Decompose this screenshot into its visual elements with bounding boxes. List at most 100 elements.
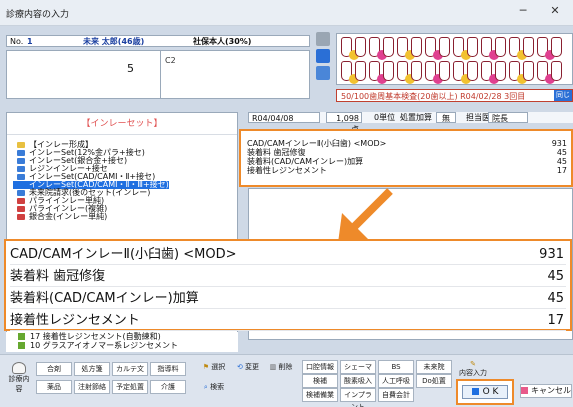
dental-chart[interactable]	[336, 33, 573, 85]
tooth-icon[interactable]	[467, 37, 478, 57]
folder-icon	[17, 158, 25, 164]
tooth-icon[interactable]	[383, 37, 394, 57]
tooth-icon[interactable]	[551, 61, 562, 81]
toolbar-button[interactable]: インプラント	[340, 388, 376, 407]
image-icon[interactable]	[316, 66, 330, 80]
toolbar-button[interactable]: BS	[378, 360, 414, 374]
item-icon	[18, 342, 25, 349]
toolbar-button[interactable]: 合剤	[36, 362, 72, 376]
ok-label: O K	[482, 387, 499, 397]
tooth-note: C2	[165, 56, 176, 65]
exam-status-bar: 50/100歯周基本検査(20歯以上) R04/02/28 3回目 同じ	[336, 89, 573, 102]
treatment-row[interactable]: 装着料 歯冠修復 45	[10, 266, 566, 287]
toolbar-button[interactable]: 酸素吸入	[340, 374, 376, 388]
upper-teeth-row[interactable]	[341, 37, 566, 60]
treatment-row[interactable]: 接着性レジンセメント 17	[10, 310, 566, 331]
toolbar-button[interactable]: 検補備業	[302, 388, 338, 402]
tooth-input-box[interactable]: 5 C2	[6, 50, 310, 99]
doctor-value[interactable]: 院長	[488, 112, 528, 123]
toolbar-button[interactable]: 未来院	[416, 360, 452, 374]
tooth-icon[interactable]	[411, 37, 422, 57]
cancel-button[interactable]: キャンセル	[520, 384, 572, 398]
treatment-points: 17	[547, 313, 564, 328]
select-button[interactable]: ⚑ 選択	[200, 362, 228, 372]
content-input-label: 内容入力	[459, 369, 487, 377]
toolbar-button[interactable]: 注射節絡	[74, 380, 110, 394]
tooth-icon[interactable]	[467, 61, 478, 81]
tree-continued[interactable]: 17 接着性レジンセメント(自動練和) 10 グラスアイオノマー系レジンセメント	[6, 332, 238, 352]
doctor-label: 担当医	[466, 113, 490, 122]
toolbar-button[interactable]: 検補	[302, 374, 338, 388]
treatment-row[interactable]: CAD/CAMインレーⅡ(小臼歯) <MOD> 931	[247, 139, 567, 148]
tooth-icon[interactable]	[411, 61, 422, 81]
folder-icon	[17, 142, 25, 148]
treatment-addition-value[interactable]: 無	[436, 112, 456, 123]
toolbar-button[interactable]: 薬品	[36, 380, 72, 394]
treatment-name: 装着料 歯冠修復	[10, 269, 106, 284]
tree-node[interactable]: 17 接着性レジンセメント(自動練和)	[6, 332, 238, 341]
tooth-icon[interactable]	[355, 61, 366, 81]
tooth-icon[interactable]	[495, 37, 506, 57]
treatment-name: 接着性レジンセメント	[10, 313, 140, 328]
folder-icon	[17, 182, 25, 188]
minimize-button[interactable]: ─	[512, 4, 534, 22]
close-button[interactable]: ✕	[544, 4, 566, 22]
info-bar: R04/04/08 1,098 点 0単位 処置加算 無 担当医 院長	[248, 112, 573, 134]
tree-node[interactable]: 銀合金(インレー単純)	[13, 213, 169, 221]
ok-highlight: O K	[456, 379, 514, 405]
treatment-row[interactable]: 装着料(CAD/CAMインレー)加算 45	[247, 157, 567, 166]
toolbar-button[interactable]: カルテ文	[112, 362, 148, 376]
treatment-name: 装着料(CAD/CAMインレー)加算	[247, 157, 364, 166]
treatment-points: 45	[556, 148, 567, 157]
tooth-icon[interactable]	[523, 37, 534, 57]
delete-label: 削除	[278, 363, 293, 371]
toolbar-button[interactable]: 自費会計	[378, 388, 414, 402]
toolbar-button[interactable]: シェーマ	[340, 360, 376, 374]
treatment-row[interactable]: 装着料 歯冠修復 45	[247, 148, 567, 157]
toolbar-button[interactable]: 指導料	[150, 362, 186, 376]
unit-count: 0単位	[374, 113, 396, 122]
change-button[interactable]: ⟲ 変更	[234, 362, 262, 372]
tree-node-label: 銀合金(インレー単純)	[29, 212, 108, 221]
tooth-icon[interactable]	[383, 61, 394, 81]
toolbar-button[interactable]: Do処置	[416, 374, 452, 388]
content-input-button[interactable]: ✎ 内容入力	[458, 360, 488, 378]
tooth-icon[interactable]	[551, 37, 562, 57]
exam-same-button[interactable]: 同じ	[554, 90, 572, 101]
chart-icon[interactable]	[316, 32, 330, 46]
treatment-item-list[interactable]: CAD/CAMインレーⅡ(小臼歯) <MOD> 931 装着料 歯冠修復 45 装着料(…	[239, 129, 573, 187]
tooth-number-cell[interactable]	[7, 51, 161, 98]
cancel-icon	[521, 387, 528, 394]
treatment-points: 45	[547, 269, 564, 284]
folder-icon	[17, 214, 25, 220]
pencil-icon: ✎	[470, 360, 476, 368]
treatment-row[interactable]: CAD/CAMインレーⅡ(小臼歯) <MOD> 931	[10, 244, 566, 265]
ok-button[interactable]: O K	[462, 385, 508, 399]
tooth-icon[interactable]	[439, 61, 450, 81]
delete-button[interactable]: ▥ 削除	[266, 362, 296, 372]
tooth-number-value: 5	[127, 62, 134, 75]
cancel-label: キャンセル	[531, 386, 571, 395]
tooth-icon[interactable]	[355, 37, 366, 57]
toolbar-button[interactable]: 介護	[150, 380, 186, 394]
search-icon: ⌕	[203, 383, 208, 391]
exam-status-text: 50/100歯周基本検査(20歯以上) R04/02/28 3回目	[341, 92, 526, 101]
treatment-row[interactable]: 接着性レジンセメント 17	[247, 166, 567, 175]
change-label: 変更	[245, 363, 260, 371]
tooth-icon[interactable]	[495, 61, 506, 81]
patient-detail-icon[interactable]: 診療内容	[8, 362, 30, 394]
toolbar-button[interactable]: 人工呼吸	[378, 374, 414, 388]
toolbar-button[interactable]: 口腔情報	[302, 360, 338, 374]
treatment-row[interactable]: 装着料(CAD/CAMインレー)加算 45	[10, 288, 566, 309]
tooth-icon[interactable]	[523, 61, 534, 81]
search-button[interactable]: ⌕ 検索	[200, 382, 228, 392]
toolbar-button[interactable]: 予定処置	[112, 380, 148, 394]
lower-teeth-row[interactable]	[341, 61, 566, 84]
patient-no-value: 1	[27, 37, 33, 46]
perio-icon[interactable]	[316, 49, 330, 63]
tree-node[interactable]: 10 グラスアイオノマー系レジンセメント	[6, 341, 238, 350]
treatment-tree[interactable]: 【インレー形成】 インレーSet(12%金パラ+接セ) インレーSet(銀合金+接セ…	[13, 141, 169, 221]
tooth-icon[interactable]	[439, 37, 450, 57]
toolbar-button[interactable]: 処方箋	[74, 362, 110, 376]
treatment-date[interactable]: R04/04/08	[248, 112, 320, 123]
